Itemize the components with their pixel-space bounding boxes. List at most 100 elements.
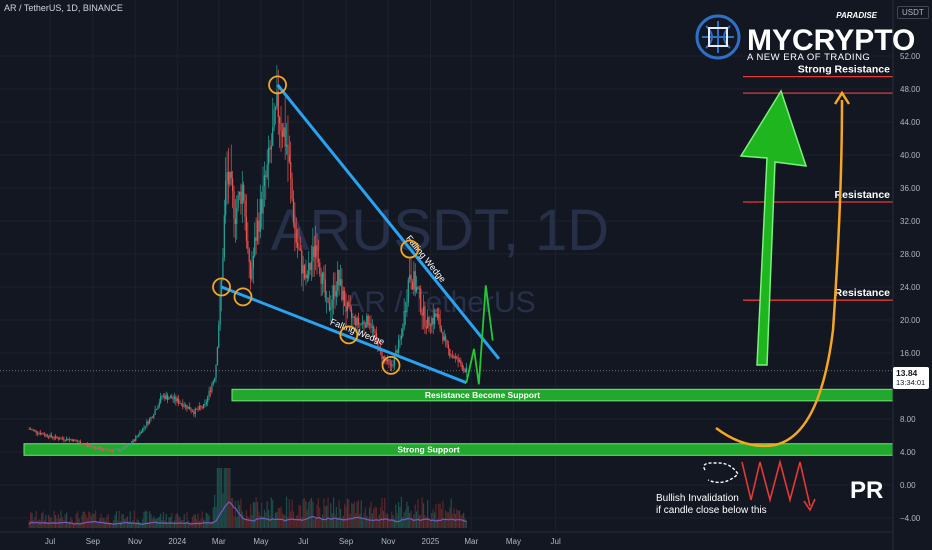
resistance-label: Resistance: [835, 287, 891, 299]
candle-body: [182, 403, 184, 407]
x-tick-label: Jul: [298, 537, 308, 546]
candle-body: [232, 178, 234, 192]
currency-button[interactable]: USDT: [897, 6, 929, 19]
candle-body: [440, 328, 443, 333]
candle-body: [389, 362, 391, 365]
chart-stage: ARUSDT, 1D AR / TetherUS Resistance Beco…: [0, 0, 932, 550]
candle-body: [277, 91, 279, 118]
candle-body: [305, 274, 307, 279]
candle-body: [446, 339, 448, 345]
candle-body: [402, 328, 404, 336]
candle-body: [56, 436, 58, 438]
candle-body: [64, 440, 66, 441]
volume-bar: [173, 520, 176, 528]
volume-bar: [384, 498, 386, 528]
volume-bar: [294, 519, 296, 528]
invalidation-note: Bullish Invalidation: [656, 493, 739, 504]
candle-body: [187, 406, 189, 409]
volume-bar: [187, 520, 189, 528]
volume-bar: [330, 503, 332, 528]
candle-body: [270, 145, 272, 150]
volume-bar: [122, 514, 124, 528]
candle-body: [218, 325, 220, 348]
volume-bar: [106, 516, 108, 528]
volume-bar: [360, 500, 362, 528]
candle-body: [110, 449, 112, 451]
candle-body: [364, 324, 367, 328]
candle-body: [438, 314, 440, 319]
candle-body: [249, 261, 252, 280]
candle-body: [339, 279, 342, 286]
candle-body: [259, 199, 261, 232]
candle-body: [326, 297, 328, 299]
volume-bar: [74, 521, 76, 528]
volume-bar: [176, 513, 178, 528]
volume-bar: [124, 518, 126, 528]
candle-body: [407, 279, 409, 303]
symbol-header[interactable]: AR / TetherUS, 1D, BINANCE: [4, 3, 123, 13]
volume-bar: [310, 497, 313, 528]
volume-bar: [346, 498, 349, 528]
volume-bar: [442, 501, 444, 528]
volume-bar: [266, 501, 268, 528]
candle-body: [85, 444, 87, 445]
volume-bar: [281, 513, 284, 528]
candle-body: [391, 364, 393, 367]
candle-body: [144, 426, 147, 428]
candle-body: [186, 404, 188, 409]
candle-body: [442, 332, 444, 341]
candle-body: [272, 127, 274, 146]
candle-body: [135, 436, 137, 441]
volume-bar: [36, 520, 39, 528]
volume-bar: [248, 517, 250, 528]
candle-body: [317, 259, 319, 263]
candle-body: [283, 127, 285, 137]
volume-bar: [220, 468, 223, 528]
candle-body: [140, 431, 142, 433]
candle-body: [114, 449, 116, 451]
volume-bar: [421, 497, 423, 528]
candle-body: [142, 428, 144, 433]
candle-body: [60, 438, 62, 440]
candle-body: [255, 237, 257, 241]
candle-body: [165, 395, 167, 399]
volume-bar: [454, 513, 456, 528]
volume-bar: [149, 511, 151, 528]
volume-bar: [439, 503, 441, 528]
candle-body: [137, 434, 140, 436]
candle-body: [416, 287, 418, 292]
candle-body: [236, 208, 238, 225]
candle-body: [119, 450, 122, 452]
candle-body: [129, 444, 131, 446]
candle-body: [124, 446, 126, 449]
candle-body: [79, 441, 82, 445]
volume-bar: [151, 519, 153, 528]
candle-body: [301, 250, 303, 274]
candle-body: [433, 313, 436, 325]
volume-bar: [277, 508, 279, 528]
volume-bar: [273, 519, 275, 528]
candle-body: [366, 315, 368, 328]
y-tick-label: 16.00: [900, 349, 921, 358]
candle-body: [256, 220, 259, 241]
candle-body: [425, 326, 427, 329]
candle-body: [298, 247, 300, 249]
candle-body: [350, 309, 353, 318]
wedge-touch-circle: [381, 355, 401, 375]
candle-body: [353, 316, 355, 318]
candle-body: [212, 381, 214, 385]
candle-body: [205, 402, 207, 404]
candle-body: [386, 359, 389, 362]
resistance-label: Strong Resistance: [798, 64, 890, 76]
candle-body: [421, 312, 423, 316]
volume-bar: [31, 513, 33, 528]
volume-bar: [32, 520, 34, 528]
candle-body: [428, 317, 430, 326]
candle-body: [303, 265, 306, 279]
candle-body: [368, 323, 371, 325]
volume-bar: [114, 515, 116, 528]
candle-body: [208, 390, 210, 397]
price-chart[interactable]: ARUSDT, 1D AR / TetherUS Resistance Beco…: [0, 0, 932, 550]
candle-body: [209, 390, 212, 392]
volume-bar: [456, 509, 458, 528]
